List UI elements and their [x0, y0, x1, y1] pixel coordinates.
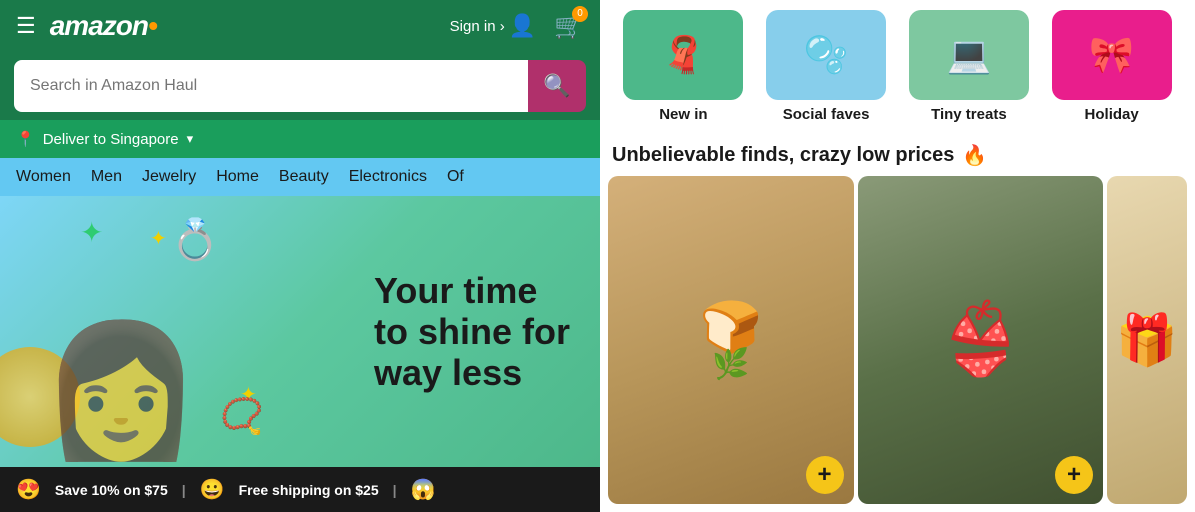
chevron-down-icon: ▾	[187, 131, 194, 147]
add-fashion-button[interactable]: +	[1055, 456, 1093, 494]
banner-line1: Your time	[374, 269, 570, 310]
deliver-bar[interactable]: 📍 Deliver to Singapore ▾	[0, 120, 600, 158]
gift-visual: 🎁	[1116, 311, 1178, 370]
cat-tile-tiny-treats-label: Tiny treats	[931, 106, 1007, 123]
cat-tile-holiday-label: Holiday	[1085, 106, 1139, 123]
cat-tile-social-faves[interactable]: 🫧 Social faves	[755, 10, 898, 123]
banner-text: Your time to shine for way less	[374, 269, 570, 393]
promo-2: Free shipping on $25	[239, 482, 379, 498]
cart-button[interactable]: 🛒 0	[554, 12, 584, 41]
banner-line3: way less	[374, 352, 570, 393]
fashion-visual: 👙	[937, 299, 1024, 381]
cat-tile-new-in-label: New in	[659, 106, 707, 123]
hamburger-icon[interactable]: ☰	[16, 13, 36, 39]
deliver-label: Deliver to Singapore	[43, 131, 179, 148]
add-fashion-icon: +	[1067, 461, 1081, 489]
nav-cat-women[interactable]: Women	[16, 168, 71, 186]
product-card-food-img: 🍞 🌿	[608, 176, 854, 504]
search-bar: 🔍	[14, 60, 586, 112]
product-card-food: 🍞 🌿 +	[608, 176, 854, 504]
nav-cat-men[interactable]: Men	[91, 168, 122, 186]
food-visual: 🍞 🌿	[700, 298, 762, 382]
banner-line2: to shine for	[374, 311, 570, 352]
amazon-logo: amazon•	[50, 10, 157, 42]
banner-jewelry2: 📿	[220, 396, 264, 437]
location-icon: 📍	[16, 130, 35, 148]
cat-tile-tiny-treats-img: 💻	[909, 10, 1029, 100]
cat-tile-social-faves-img: 🫧	[766, 10, 886, 100]
search-icon: 🔍	[543, 73, 570, 99]
product-row: 🍞 🌿 + 👙 + 🎁	[600, 176, 1195, 512]
product-card-gift-img: 🎁	[1107, 176, 1187, 504]
cat-tile-tiny-treats[interactable]: 💻 Tiny treats	[898, 10, 1041, 123]
sign-in-label: Sign in ›	[450, 18, 505, 35]
nav-cat-jewelry[interactable]: Jewelry	[142, 168, 196, 186]
cat-tile-new-in-img: 🧣	[623, 10, 743, 100]
cat-tile-holiday-img: 🎀	[1052, 10, 1172, 100]
search-input[interactable]	[14, 60, 528, 112]
header-right: Sign in › 👤 🛒 0	[450, 12, 584, 41]
emoji-1: 😍	[16, 477, 41, 502]
nav-categories: Women Men Jewelry Home Beauty Electronic…	[0, 158, 600, 196]
left-panel: ☰ amazon• Sign in › 👤 🛒 0 🔍 📍 Deliver to…	[0, 0, 600, 512]
nav-cat-electronics[interactable]: Electronics	[349, 168, 427, 186]
right-panel: 🧣 New in 🫧 Social faves 💻 Tiny treats 🎀 …	[600, 0, 1195, 512]
banner-person: 👩	[40, 314, 202, 467]
add-food-button[interactable]: +	[806, 456, 844, 494]
bottom-bar: 😍 Save 10% on $75 | 😀 Free shipping on $…	[0, 467, 600, 512]
product-card-fashion-img: 👙	[858, 176, 1104, 504]
user-icon: 👤	[509, 13, 536, 39]
sign-in-button[interactable]: Sign in › 👤	[450, 13, 536, 39]
sparkle-decoration: ✦	[150, 226, 167, 251]
banner: ✦ ✦ ✦ 👩 💍 📿 Your time to shine for way l…	[0, 196, 600, 467]
separator-1: |	[182, 482, 186, 498]
separator-2: |	[393, 482, 397, 498]
nav-cat-beauty[interactable]: Beauty	[279, 168, 329, 186]
cat-tile-new-in[interactable]: 🧣 New in	[612, 10, 755, 123]
header: ☰ amazon• Sign in › 👤 🛒 0	[0, 0, 600, 52]
section-heading: Unbelievable finds, crazy low prices 🔥	[600, 133, 1195, 176]
emoji-3: 😱	[411, 477, 436, 502]
cart-badge: 0	[572, 6, 588, 22]
nav-cat-home[interactable]: Home	[216, 168, 259, 186]
banner-jewelry1: 💍	[170, 216, 220, 263]
promo-1: Save 10% on $75	[55, 482, 168, 498]
section-heading-text: Unbelievable finds, crazy low prices	[612, 144, 954, 167]
add-food-icon: +	[817, 461, 831, 489]
search-button[interactable]: 🔍	[528, 60, 586, 112]
product-card-gift: 🎁	[1107, 176, 1187, 504]
product-card-fashion: 👙 +	[858, 176, 1104, 504]
star-decoration: ✦	[80, 216, 103, 249]
fire-emoji: 🔥	[962, 143, 987, 168]
nav-cat-more[interactable]: Of	[447, 168, 464, 186]
category-tiles: 🧣 New in 🫧 Social faves 💻 Tiny treats 🎀 …	[600, 0, 1195, 133]
cat-tile-social-faves-label: Social faves	[783, 106, 870, 123]
cat-tile-holiday[interactable]: 🎀 Holiday	[1040, 10, 1183, 123]
emoji-2: 😀	[200, 477, 225, 502]
logo-accent: •	[148, 10, 157, 41]
